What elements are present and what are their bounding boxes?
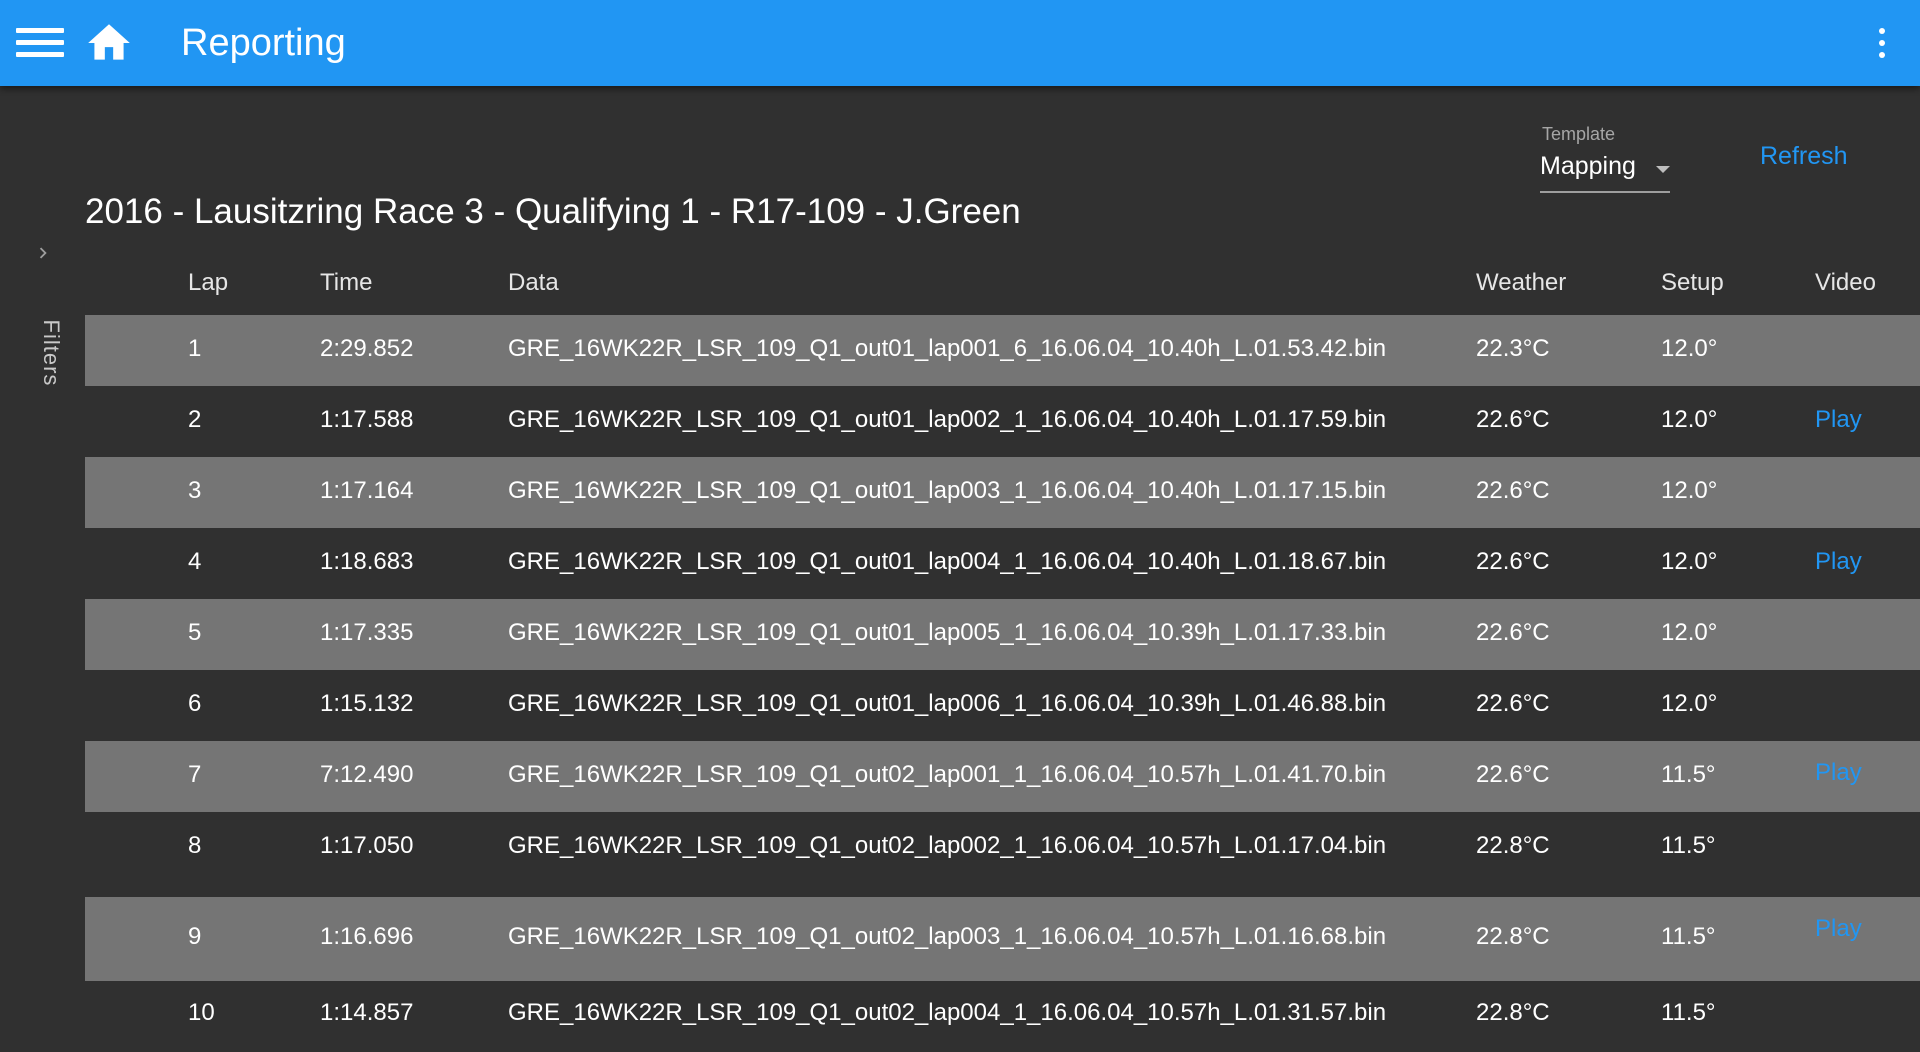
play-video-link[interactable]: Play <box>1815 915 1862 943</box>
cell-weather: 22.8°C <box>1476 923 1550 950</box>
table-row[interactable]: 8 1:17.050 GRE_16WK22R_LSR_109_Q1_out02_… <box>85 812 1920 883</box>
cell-data: GRE_16WK22R_LSR_109_Q1_out01_lap005_1_16… <box>508 619 1387 646</box>
cell-lap: 3 <box>188 477 202 504</box>
table-body: 1 2:29.852 GRE_16WK22R_LSR_109_Q1_out01_… <box>85 315 1920 1052</box>
cell-weather: 22.6°C <box>1476 548 1550 575</box>
play-video-link[interactable]: Play <box>1815 548 1862 576</box>
column-header-data[interactable]: Data <box>508 269 559 297</box>
template-value: Mapping <box>1540 152 1636 180</box>
cell-lap: 7 <box>188 761 202 788</box>
cell-lap: 1 <box>188 335 202 362</box>
filters-label: Filters <box>39 319 64 387</box>
table-row[interactable]: 6 1:15.132 GRE_16WK22R_LSR_109_Q1_out01_… <box>85 670 1920 741</box>
cell-time: 2:29.852 <box>320 335 414 362</box>
cell-time: 1:18.683 <box>320 548 414 575</box>
cell-data: GRE_16WK22R_LSR_109_Q1_out02_lap002_1_16… <box>508 832 1387 859</box>
cell-setup: 12.0° <box>1661 619 1718 646</box>
cell-setup: 11.5° <box>1661 999 1716 1026</box>
table-row[interactable]: 4 1:18.683 GRE_16WK22R_LSR_109_Q1_out01_… <box>85 528 1920 599</box>
cell-lap: 9 <box>188 923 202 950</box>
cell-weather: 22.6°C <box>1476 619 1550 646</box>
table-row[interactable]: 1 2:29.852 GRE_16WK22R_LSR_109_Q1_out01_… <box>85 315 1920 386</box>
cell-time: 1:17.164 <box>320 477 414 504</box>
cell-setup: 12.0° <box>1661 335 1718 362</box>
play-video-link[interactable]: Play <box>1815 759 1862 787</box>
cell-lap: 5 <box>188 619 202 646</box>
table-row[interactable]: 10 1:14.857 GRE_16WK22R_LSR_109_Q1_out02… <box>85 981 1920 1052</box>
cell-lap: 10 <box>188 999 215 1026</box>
cell-data: GRE_16WK22R_LSR_109_Q1_out02_lap004_1_16… <box>508 999 1387 1026</box>
cell-time: 1:16.696 <box>320 923 414 950</box>
cell-setup: 11.5° <box>1661 761 1716 788</box>
column-header-setup[interactable]: Setup <box>1661 269 1724 297</box>
laps-table: Lap Time Data Weather Setup Video 1 2:29… <box>85 255 1920 1052</box>
cell-setup: 11.5° <box>1661 832 1716 859</box>
cell-weather: 22.8°C <box>1476 999 1550 1026</box>
cell-data: GRE_16WK22R_LSR_109_Q1_out02_lap003_1_16… <box>508 923 1387 950</box>
table-row[interactable]: 7 7:12.490 GRE_16WK22R_LSR_109_Q1_out02_… <box>85 741 1920 812</box>
cell-time: 1:14.857 <box>320 999 414 1026</box>
column-header-time[interactable]: Time <box>320 269 372 297</box>
template-underline <box>1540 191 1670 193</box>
cell-setup: 12.0° <box>1661 548 1718 575</box>
cell-lap: 8 <box>188 832 202 859</box>
cell-weather: 22.6°C <box>1476 406 1550 433</box>
cell-data: GRE_16WK22R_LSR_109_Q1_out01_lap006_1_16… <box>508 690 1387 717</box>
cell-weather: 22.8°C <box>1476 832 1550 859</box>
caret-down-icon <box>1656 166 1670 173</box>
template-select[interactable]: Template Mapping <box>1540 124 1670 194</box>
app-title: Reporting <box>181 22 346 64</box>
table-row[interactable]: 3 1:17.164 GRE_16WK22R_LSR_109_Q1_out01_… <box>85 457 1920 528</box>
cell-lap: 2 <box>188 406 202 433</box>
app-bar: Reporting <box>0 0 1920 86</box>
cell-weather: 22.6°C <box>1476 477 1550 504</box>
column-header-video[interactable]: Video <box>1815 269 1876 297</box>
hamburger-menu-icon[interactable] <box>14 22 68 64</box>
cell-weather: 22.6°C <box>1476 761 1550 788</box>
cell-time: 1:15.132 <box>320 690 414 717</box>
cell-time: 1:17.588 <box>320 406 414 433</box>
table-row[interactable]: 9 1:16.696 GRE_16WK22R_LSR_109_Q1_out02_… <box>85 897 1920 981</box>
filters-toggle[interactable]: Filters <box>18 230 68 410</box>
column-header-lap[interactable]: Lap <box>188 269 228 297</box>
session-title: 2016 - Lausitzring Race 3 - Qualifying 1… <box>85 192 1021 231</box>
cell-weather: 22.6°C <box>1476 690 1550 717</box>
cell-data: GRE_16WK22R_LSR_109_Q1_out01_lap001_6_16… <box>508 335 1387 362</box>
more-vert-icon[interactable] <box>1868 22 1896 64</box>
cell-lap: 4 <box>188 548 202 575</box>
cell-data: GRE_16WK22R_LSR_109_Q1_out01_lap002_1_16… <box>508 406 1387 433</box>
cell-time: 1:17.335 <box>320 619 414 646</box>
cell-time: 1:17.050 <box>320 832 414 859</box>
cell-data: GRE_16WK22R_LSR_109_Q1_out02_lap001_1_16… <box>508 761 1387 788</box>
cell-weather: 22.3°C <box>1476 335 1550 362</box>
refresh-button[interactable]: Refresh <box>1760 142 1848 171</box>
chevron-right-icon <box>32 242 54 264</box>
cell-time: 7:12.490 <box>320 761 414 788</box>
cell-data: GRE_16WK22R_LSR_109_Q1_out01_lap003_1_16… <box>508 477 1387 504</box>
column-header-weather[interactable]: Weather <box>1476 269 1566 297</box>
cell-setup: 12.0° <box>1661 477 1718 504</box>
cell-setup: 11.5° <box>1661 923 1716 950</box>
table-row[interactable]: 2 1:17.588 GRE_16WK22R_LSR_109_Q1_out01_… <box>85 386 1920 457</box>
cell-data: GRE_16WK22R_LSR_109_Q1_out01_lap004_1_16… <box>508 548 1387 575</box>
cell-setup: 12.0° <box>1661 690 1718 717</box>
play-video-link[interactable]: Play <box>1815 406 1862 434</box>
cell-setup: 12.0° <box>1661 406 1718 433</box>
cell-lap: 6 <box>188 690 202 717</box>
table-row[interactable]: 5 1:17.335 GRE_16WK22R_LSR_109_Q1_out01_… <box>85 599 1920 670</box>
table-header: Lap Time Data Weather Setup Video <box>85 255 1920 315</box>
template-label: Template <box>1542 124 1616 144</box>
home-icon[interactable] <box>84 18 134 68</box>
